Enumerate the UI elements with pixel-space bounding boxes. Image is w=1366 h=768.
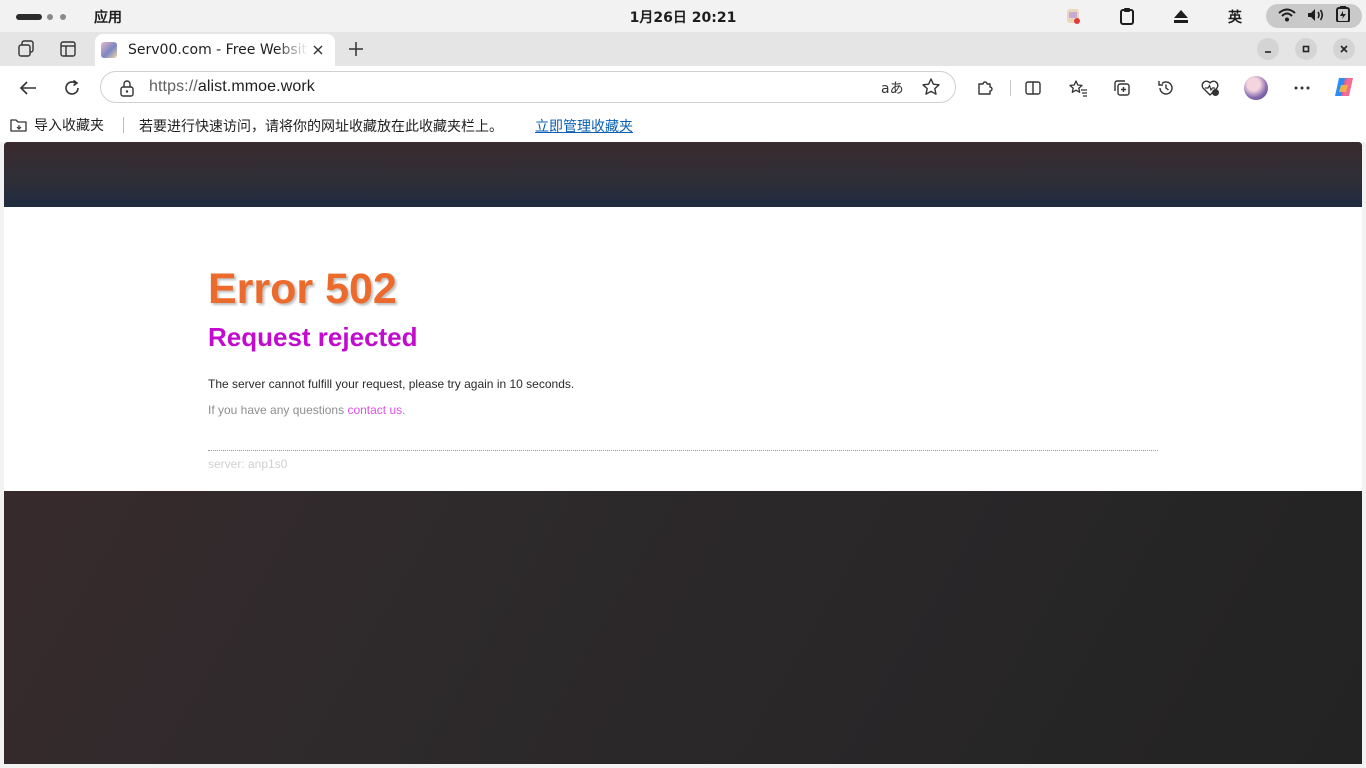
workspace-indicator[interactable] — [47, 14, 53, 20]
history-icon[interactable] — [1154, 76, 1178, 100]
workspace-indicator-active[interactable] — [16, 14, 42, 20]
import-folder-icon — [10, 119, 27, 132]
input-method-indicator[interactable]: 英 — [1228, 7, 1242, 27]
tab-active[interactable]: Serv00.com - Free Website — [95, 34, 335, 66]
dotted-divider — [208, 450, 1158, 451]
import-favorites-button[interactable]: 导入收藏夹 — [10, 114, 104, 136]
page-viewport: Error 502 Request rejected The server ca… — [4, 142, 1362, 764]
header-band — [4, 142, 1362, 207]
error-message: The server cannot fulfill your request, … — [208, 377, 575, 391]
translate-icon[interactable]: aあ — [881, 78, 904, 98]
close-window-icon[interactable] — [1333, 38, 1355, 60]
battery-icon — [1336, 6, 1351, 26]
site-favicon — [101, 42, 117, 58]
workspaces-icon[interactable] — [14, 38, 38, 60]
lock-icon[interactable] — [119, 79, 135, 97]
contact-prefix: If you have any questions — [208, 403, 348, 417]
vertical-tabs-icon[interactable] — [56, 38, 80, 60]
contact-suffix: . — [402, 403, 406, 417]
favorites-hint-text: 若要进行快速访问，请将你的网址收藏放在此收藏夹栏上。 — [139, 119, 503, 135]
split-screen-icon[interactable] — [1021, 76, 1045, 100]
favorites-separator — [123, 117, 124, 133]
window-bottom-edge — [0, 764, 1366, 768]
server-id-text: server: anp1s0 — [208, 457, 288, 471]
extensions-puzzle-icon[interactable] — [973, 76, 997, 100]
volume-icon — [1307, 7, 1325, 26]
clipboard-icon[interactable] — [1117, 6, 1137, 26]
maximize-window-icon[interactable] — [1295, 38, 1317, 60]
applications-menu[interactable]: 应用 — [94, 7, 122, 27]
wifi-icon — [1277, 7, 1296, 26]
more-options-icon[interactable] — [1290, 76, 1314, 100]
contact-line: If you have any questions contact us. — [208, 403, 405, 417]
browser-toolbar: https://alist.mmoe.work aあ — [0, 66, 1366, 108]
url-scheme: https:// — [149, 78, 198, 95]
workspace-indicator[interactable] — [60, 14, 66, 20]
url-text[interactable]: https://alist.mmoe.work — [149, 78, 315, 96]
address-bar[interactable]: https://alist.mmoe.work aあ — [100, 71, 956, 103]
tab-strip: Serv00.com - Free Website — [0, 32, 1366, 66]
contact-us-link[interactable]: contact us — [347, 403, 402, 417]
error-panel: Error 502 Request rejected The server ca… — [4, 207, 1362, 491]
clock[interactable]: 1月26日 20:21 — [630, 10, 737, 26]
import-favorites-label: 导入收藏夹 — [34, 118, 104, 134]
favorites-bar: 导入收藏夹 若要进行快速访问，请将你的网址收藏放在此收藏夹栏上。 立即管理收藏夹 — [0, 108, 1366, 142]
tab-title: Serv00.com - Free Website — [128, 42, 308, 58]
profile-avatar[interactable] — [1244, 76, 1268, 100]
favorites-list-icon[interactable] — [1066, 76, 1090, 100]
error-code-heading: Error 502 — [208, 265, 397, 313]
manage-favorites-link[interactable]: 立即管理收藏夹 — [535, 116, 633, 136]
new-tab-icon[interactable] — [344, 38, 368, 60]
system-top-bar: 应用 1月26日 20:21 英 — [0, 0, 1366, 32]
back-arrow-icon[interactable] — [16, 76, 40, 100]
add-favorite-star-icon[interactable] — [921, 77, 941, 97]
url-host: alist.mmoe.work — [197, 78, 315, 95]
collections-icon[interactable] — [1110, 76, 1134, 100]
eject-icon[interactable] — [1171, 6, 1191, 26]
app-indicator-icon[interactable] — [1063, 6, 1083, 26]
minimize-window-icon[interactable] — [1257, 38, 1279, 60]
copilot-icon[interactable] — [1332, 75, 1356, 99]
toolbar-separator — [1010, 80, 1011, 96]
system-status-menu[interactable] — [1266, 4, 1362, 28]
close-tab-icon[interactable] — [309, 41, 327, 59]
reload-icon[interactable] — [60, 76, 84, 100]
error-title-heading: Request rejected — [208, 322, 418, 352]
browser-essentials-icon[interactable] — [1198, 76, 1222, 100]
